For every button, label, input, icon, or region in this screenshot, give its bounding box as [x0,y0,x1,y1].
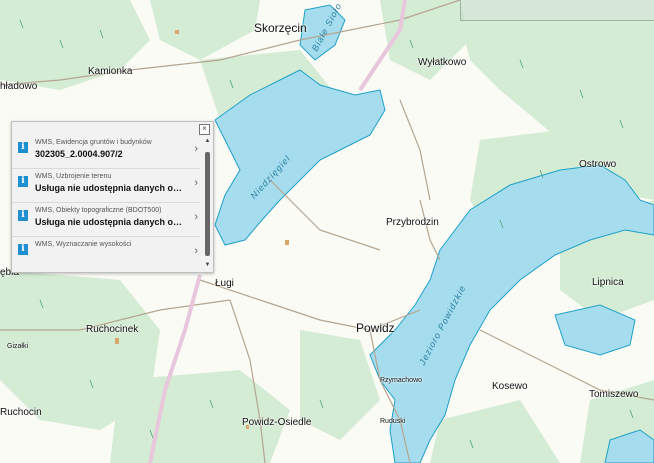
scroll-up-icon[interactable]: ▲ [204,138,211,144]
place-label: Powidz-Osiedle [242,417,312,428]
chevron-right-icon[interactable]: › [194,143,198,155]
place-label: Ruchocin [0,407,42,418]
chevron-right-icon[interactable]: › [194,177,198,189]
info-icon: i [18,176,28,187]
layer-name: WMS, Uzbrojenie terenu [35,173,112,180]
place-label: Przybrodzin [386,217,439,228]
layer-value: Usługa nie udostępnia danych op… [35,217,183,227]
place-label: Skorzęcin [254,21,307,35]
place-label: Wyłatkowo [418,57,467,68]
place-label: Kosewo [492,381,528,392]
list-item[interactable]: i WMS, Uzbrojenie terenu Usługa nie udos… [12,169,200,203]
place-label: Lipnica [592,277,624,288]
overview-map[interactable] [460,0,654,21]
place-label: Ostrowo [579,159,617,170]
scrollbar[interactable]: ▲ ▼ [204,138,211,268]
feature-info-list: i WMS, Ewidencja gruntów i budynków 3023… [12,135,200,268]
chevron-right-icon[interactable]: › [194,245,198,257]
place-label: Gizałki [7,343,29,350]
layer-name: WMS, Wyznaczanie wysokości [35,241,132,248]
layer-name: WMS, Ewidencja gruntów i budynków [35,139,152,146]
place-label: Ruchocinek [86,324,139,335]
info-icon: i [18,210,28,221]
place-label: Ruduski [380,418,406,425]
list-item[interactable]: i WMS, Obiekty topograficzne (BDOT500) U… [12,203,200,237]
layer-value: Usługa nie udostępnia danych op… [35,183,183,193]
place-label: hładowo [0,81,38,92]
place-label: Ługi [215,278,234,289]
close-icon[interactable]: × [199,124,210,135]
chevron-right-icon[interactable]: › [194,211,198,223]
place-label: Kamionka [88,66,133,77]
feature-info-panel: × i WMS, Ewidencja gruntów i budynków 30… [11,121,214,273]
place-label: Powidz [356,321,395,335]
list-item[interactable]: i WMS, Wyznaczanie wysokości › [12,237,200,268]
place-label: Tomiszewo [589,389,639,400]
layer-name: WMS, Obiekty topograficzne (BDOT500) [35,207,162,214]
info-icon: i [18,142,28,153]
list-item[interactable]: i WMS, Ewidencja gruntów i budynków 3023… [12,135,200,169]
scrollbar-thumb[interactable] [205,152,210,256]
layer-value: 302305_2.0004.907/2 [35,149,123,159]
info-icon: i [18,244,28,255]
place-label: Rzymachowo [380,377,423,384]
scroll-down-icon[interactable]: ▼ [204,262,211,268]
